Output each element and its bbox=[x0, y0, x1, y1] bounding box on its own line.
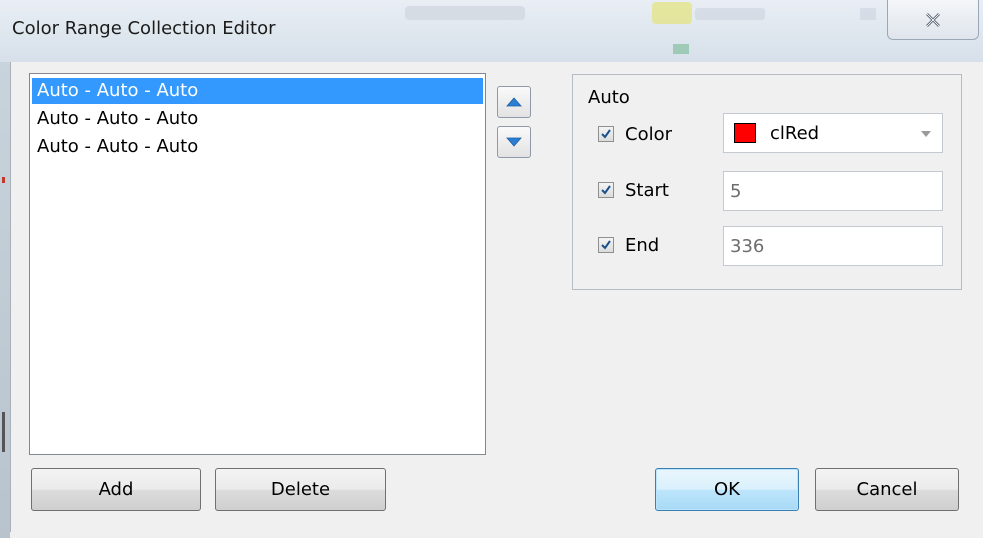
color-swatch bbox=[734, 123, 756, 143]
background-window-edge bbox=[0, 62, 10, 538]
move-down-button[interactable] bbox=[497, 126, 531, 158]
check-icon bbox=[601, 240, 611, 250]
color-range-list[interactable]: Auto - Auto - Auto Auto - Auto - Auto Au… bbox=[29, 73, 486, 455]
ok-button[interactable]: OK bbox=[655, 468, 799, 511]
color-select[interactable]: clRed bbox=[723, 113, 943, 153]
add-button[interactable]: Add bbox=[31, 468, 201, 511]
dialog-window: Color Range Collection Editor Auto - Aut… bbox=[0, 0, 983, 538]
start-label: Start bbox=[625, 180, 669, 201]
arrow-up-icon bbox=[506, 97, 522, 107]
list-item[interactable]: Auto - Auto - Auto bbox=[32, 106, 483, 132]
arrow-down-icon bbox=[506, 137, 522, 147]
check-icon bbox=[601, 129, 611, 139]
start-checkbox[interactable] bbox=[598, 182, 614, 198]
window-title: Color Range Collection Editor bbox=[12, 18, 276, 39]
properties-group: Auto Color clRed Start End bbox=[572, 74, 962, 290]
list-item[interactable]: Auto - Auto - Auto bbox=[32, 134, 483, 160]
close-button[interactable] bbox=[887, 0, 979, 40]
color-label: Color bbox=[625, 124, 672, 145]
cancel-button[interactable]: Cancel bbox=[815, 468, 959, 511]
end-checkbox[interactable] bbox=[598, 237, 614, 253]
color-checkbox[interactable] bbox=[598, 126, 614, 142]
start-field[interactable] bbox=[723, 171, 943, 211]
end-field[interactable] bbox=[723, 226, 943, 266]
group-title: Auto bbox=[588, 87, 630, 108]
move-up-button[interactable] bbox=[497, 86, 531, 118]
end-label: End bbox=[625, 235, 660, 256]
check-icon bbox=[601, 185, 611, 195]
title-bar: Color Range Collection Editor bbox=[0, 0, 983, 62]
delete-button[interactable]: Delete bbox=[215, 468, 386, 511]
close-icon bbox=[926, 12, 940, 27]
chevron-down-icon bbox=[921, 131, 931, 137]
color-value: clRed bbox=[770, 123, 820, 144]
list-item[interactable]: Auto - Auto - Auto bbox=[32, 78, 483, 104]
